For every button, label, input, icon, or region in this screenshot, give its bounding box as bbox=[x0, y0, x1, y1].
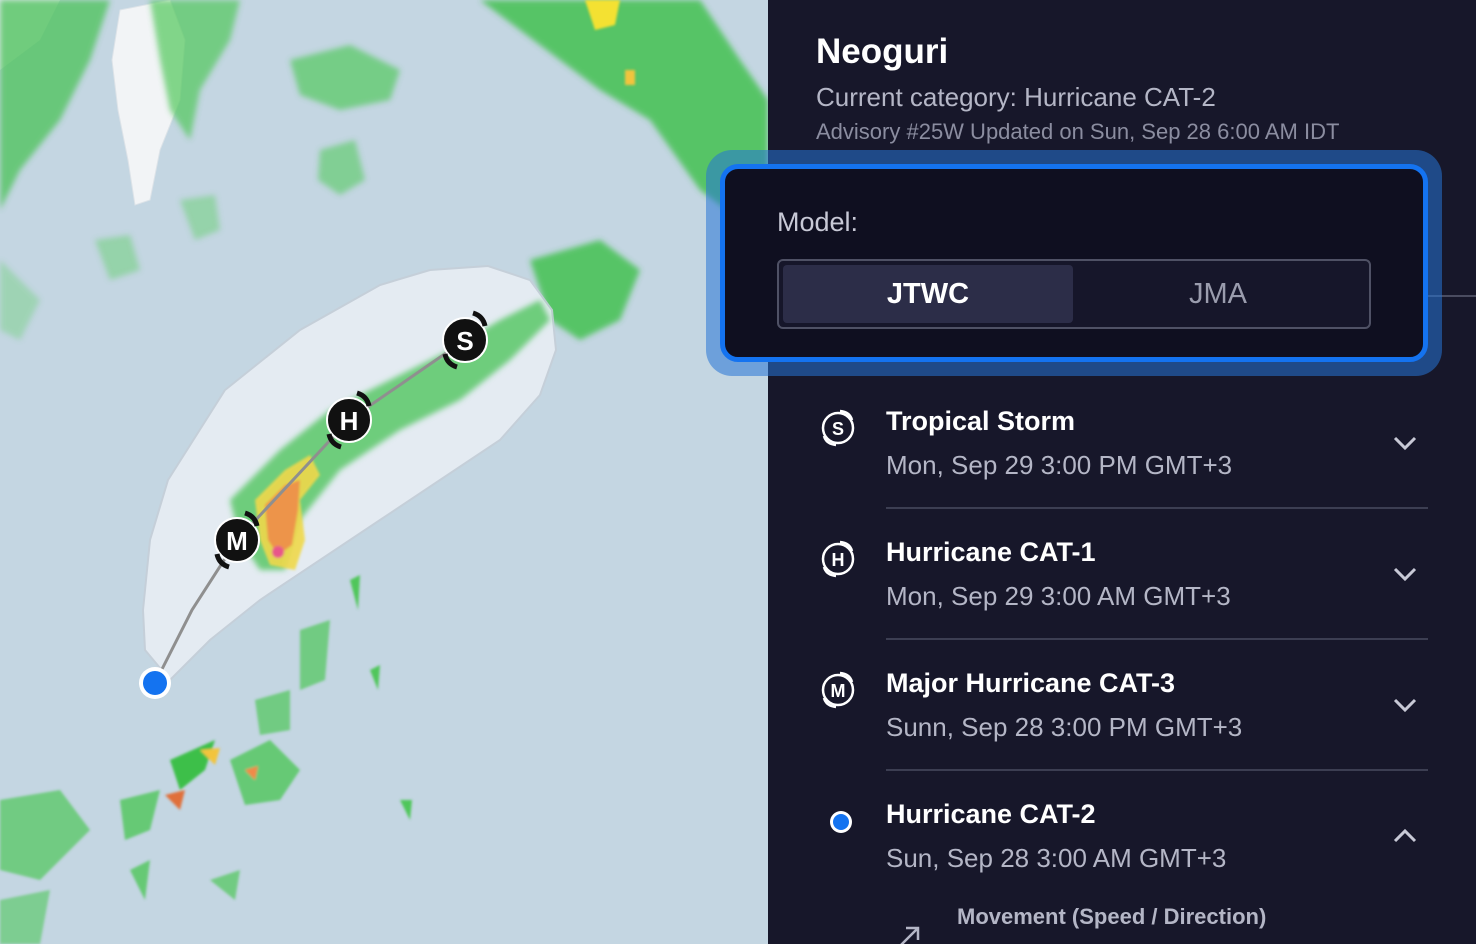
forecast-time: Mon, Sep 29 3:00 PM GMT+3 bbox=[886, 450, 1233, 480]
model-option-jtwc[interactable]: JTWC bbox=[783, 265, 1073, 323]
marker-letter-s: S bbox=[456, 326, 473, 356]
storm-name: Neoguri bbox=[816, 32, 949, 71]
svg-text:M: M bbox=[831, 681, 846, 701]
marker-letter-m: M bbox=[226, 526, 248, 556]
hurricane-icon: H bbox=[821, 540, 855, 578]
map-canvas[interactable]: S H M bbox=[0, 0, 768, 944]
forecast-time: Sun, Sep 28 3:00 AM GMT+3 bbox=[886, 843, 1227, 873]
forecast-time: Mon, Sep 29 3:00 AM GMT+3 bbox=[886, 581, 1231, 611]
storm-details-panel: Neoguri Current category: Hurricane CAT-… bbox=[768, 0, 1476, 944]
list-divider bbox=[886, 769, 1428, 771]
current-category: Current category: Hurricane CAT-2 bbox=[816, 82, 1216, 112]
chevron-down-icon[interactable] bbox=[1390, 690, 1420, 720]
major-hurricane-icon: M bbox=[821, 671, 855, 709]
forecast-title: Tropical Storm bbox=[886, 406, 1076, 436]
chevron-down-icon[interactable] bbox=[1390, 559, 1420, 589]
forecast-title: Hurricane CAT-1 bbox=[886, 537, 1096, 567]
list-divider bbox=[886, 507, 1428, 509]
movement-label: Movement (Speed / Direction) bbox=[957, 904, 1267, 929]
tropical-storm-icon: S bbox=[821, 409, 855, 447]
current-position-icon bbox=[830, 811, 852, 833]
current-position-marker[interactable] bbox=[139, 667, 171, 699]
forecast-title: Major Hurricane CAT-3 bbox=[886, 668, 1176, 698]
model-selector: Model: JTWC JMA bbox=[720, 164, 1428, 362]
arrow-up-right-icon bbox=[900, 926, 920, 944]
list-divider bbox=[886, 638, 1428, 640]
model-label: Model: bbox=[777, 207, 859, 237]
forecast-item-tropical-storm[interactable]: S Tropical Storm Mon, Sep 29 3:00 PM GMT… bbox=[816, 402, 1428, 533]
forecast-item-major-hurricane[interactable]: M Major Hurricane CAT-3 Sunn, Sep 28 3:0… bbox=[816, 664, 1428, 795]
model-option-jma[interactable]: JMA bbox=[1073, 265, 1363, 323]
model-segmented-control: JTWC JMA bbox=[777, 259, 1371, 329]
forecast-title: Hurricane CAT-2 bbox=[886, 799, 1096, 829]
advisory-info: Advisory #25W Updated on Sun, Sep 28 6:0… bbox=[816, 119, 1340, 144]
storm-map[interactable]: S H M bbox=[0, 0, 768, 944]
chevron-down-icon[interactable] bbox=[1390, 428, 1420, 458]
forecast-time: Sunn, Sep 28 3:00 PM GMT+3 bbox=[886, 712, 1243, 742]
svg-text:H: H bbox=[832, 550, 845, 570]
chevron-up-icon[interactable] bbox=[1390, 821, 1420, 851]
svg-text:S: S bbox=[832, 419, 844, 439]
forecast-item-hurricane-cat-1[interactable]: H Hurricane CAT-1 Mon, Sep 29 3:00 AM GM… bbox=[816, 533, 1428, 664]
marker-letter-h: H bbox=[340, 406, 359, 436]
